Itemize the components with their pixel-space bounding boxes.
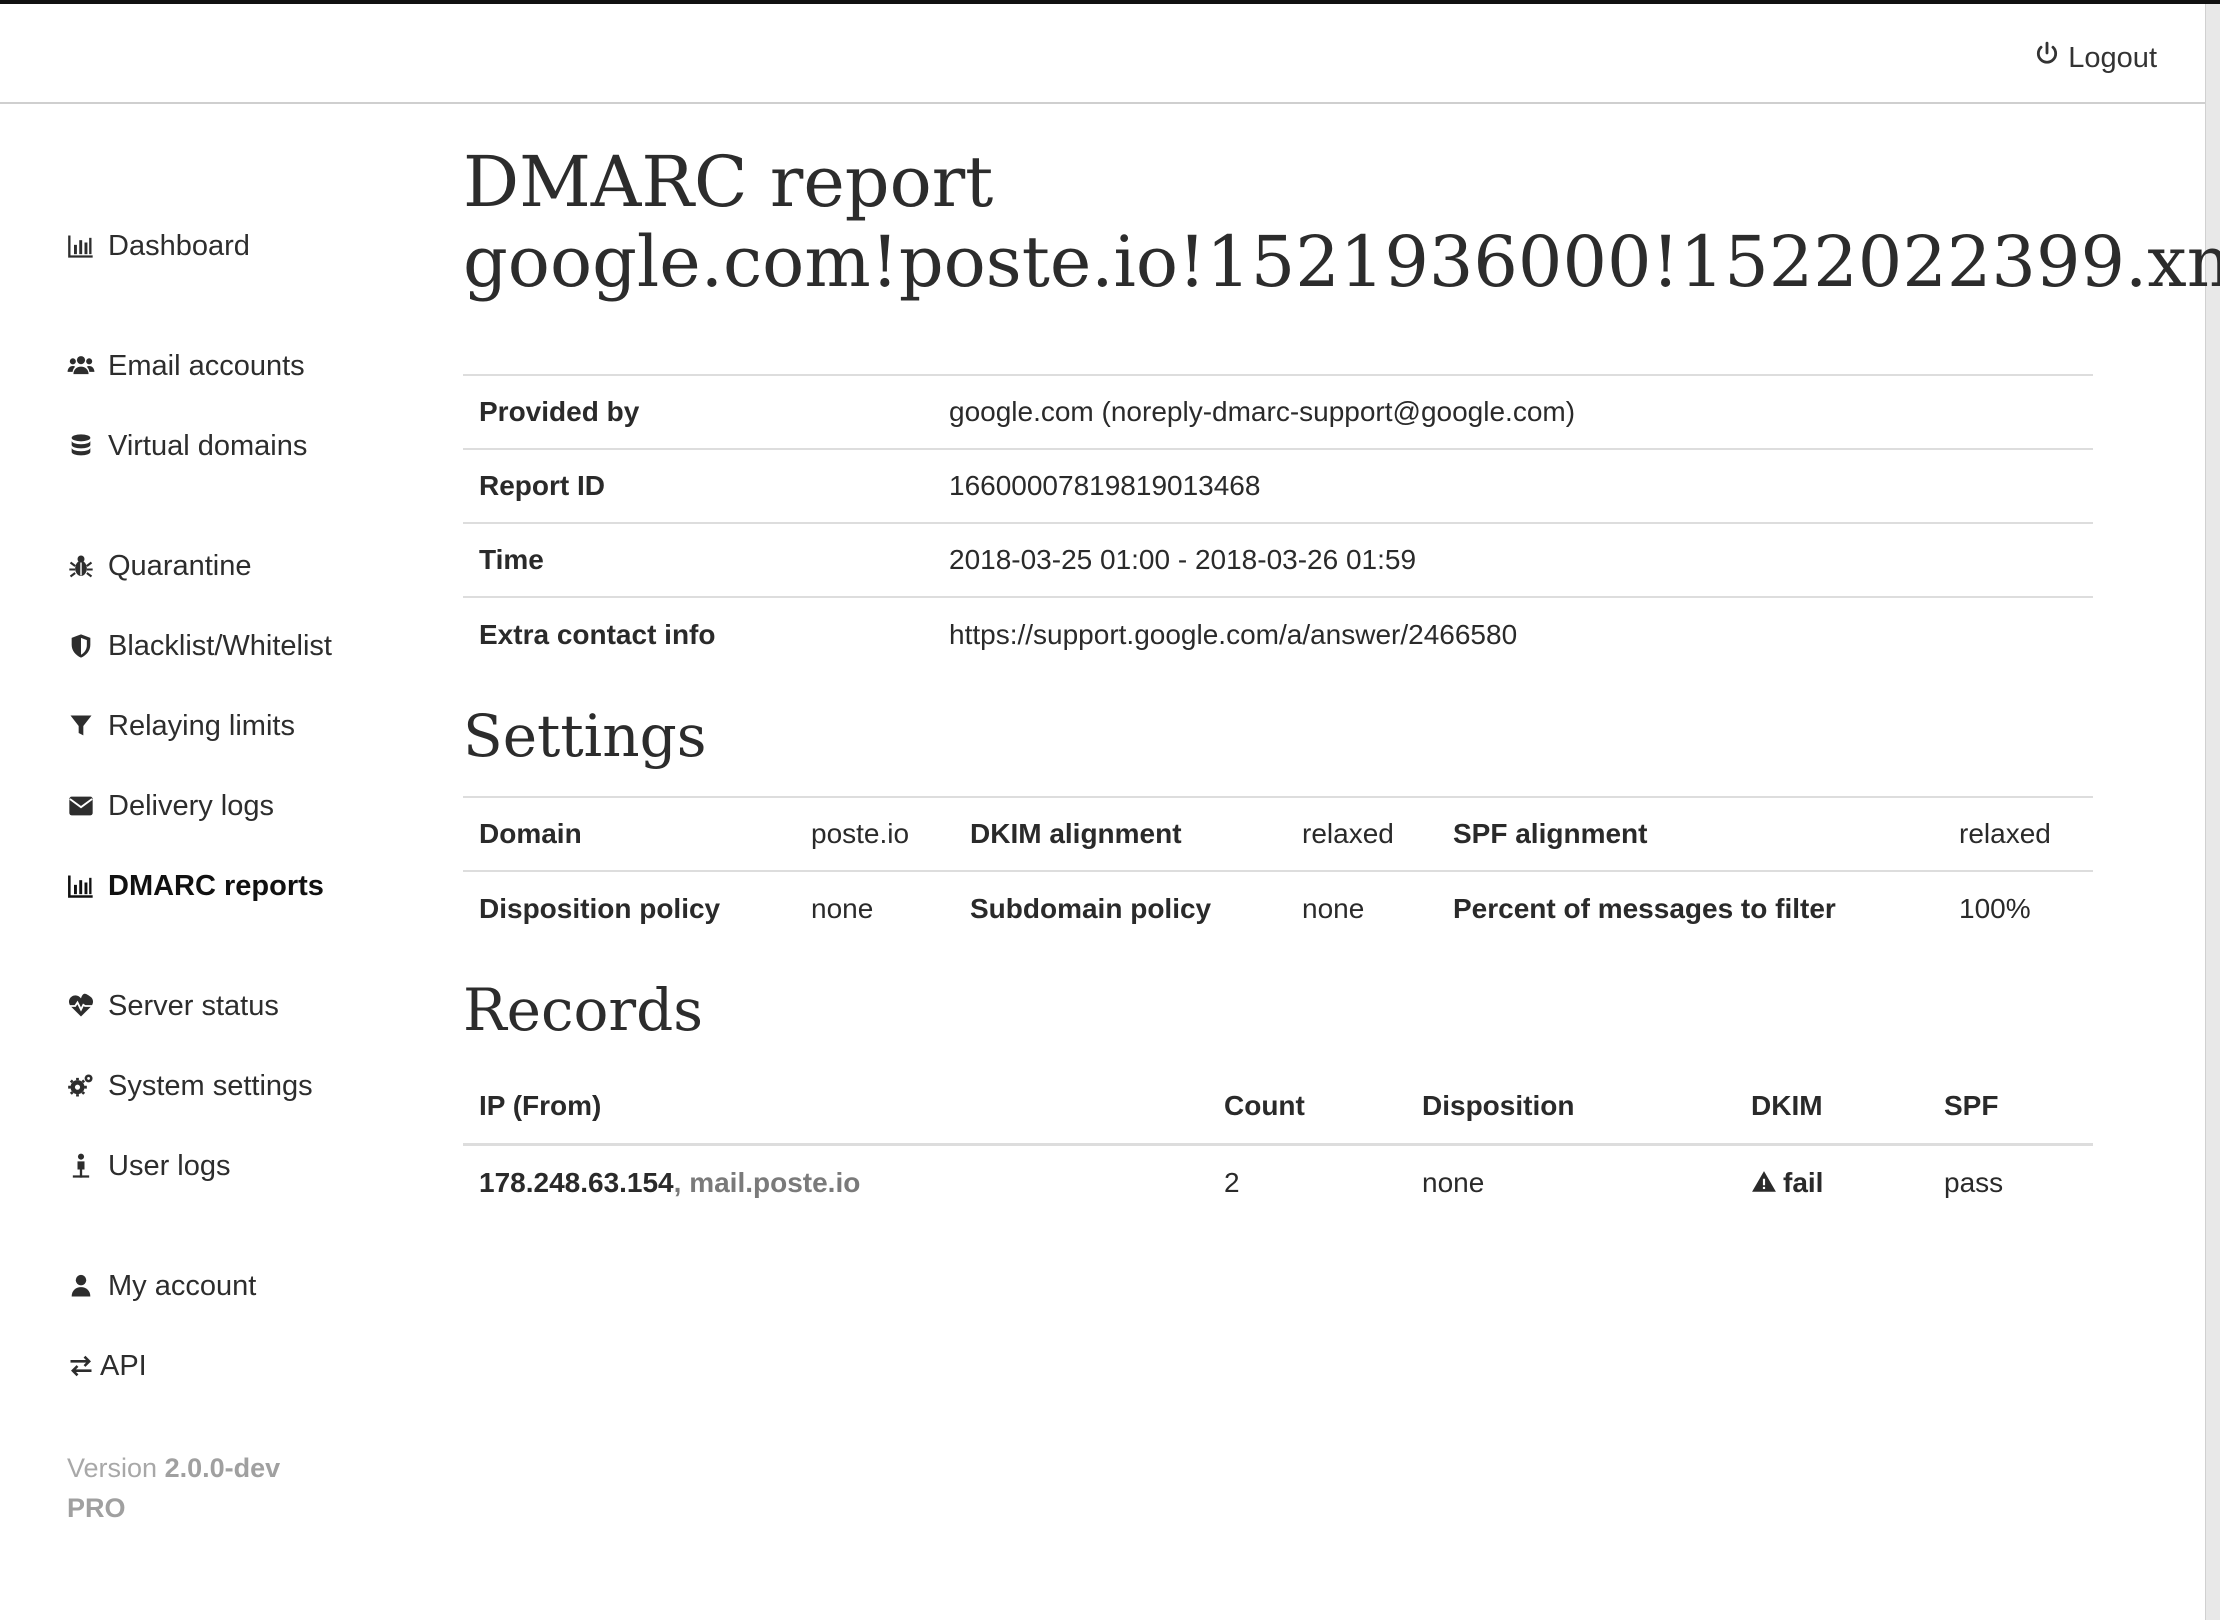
sidebar-item-label: API <box>100 1349 147 1382</box>
sidebar-item-label: Virtual domains <box>108 429 308 462</box>
setting-value: poste.io <box>795 796 954 871</box>
sidebar-item-blacklist-whitelist[interactable]: Blacklist/Whitelist <box>66 624 332 668</box>
page-title-line1: DMARC report <box>463 141 994 223</box>
sidebar-item-quarantine[interactable]: Quarantine <box>66 544 252 588</box>
user-icon <box>66 1271 96 1301</box>
info-label: Time <box>463 522 933 597</box>
sidebar-item-label: System settings <box>108 1069 313 1102</box>
cogs-icon <box>66 1071 96 1101</box>
record-hostname: mail.poste.io <box>689 1166 861 1198</box>
record-spf: pass <box>1944 1166 2004 1198</box>
column-header: IP (From) <box>463 1070 1208 1146</box>
records-heading: Records <box>463 976 704 1044</box>
column-header: DKIM <box>1735 1070 1928 1146</box>
sidebar-item-relaying-limits[interactable]: Relaying limits <box>66 704 295 748</box>
sidebar-item-label: DMARC reports <box>108 869 324 902</box>
warning-icon <box>1751 1167 1783 1198</box>
info-value: google.com (noreply-dmarc-support@google… <box>933 374 2093 449</box>
table-row: Report ID 16600007819819013468 <box>463 448 2093 523</box>
version-label: Version <box>67 1453 158 1483</box>
sidebar-item-label: Quarantine <box>108 549 252 582</box>
table-row: Disposition policy none Subdomain policy… <box>463 870 2093 945</box>
settings-table: Domain poste.io DKIM alignment relaxed S… <box>463 796 2093 945</box>
bug-icon <box>66 551 96 581</box>
sidebar-item-label: Blacklist/Whitelist <box>108 629 332 662</box>
table-row: Time 2018-03-25 01:00 - 2018-03-26 01:59 <box>463 522 2093 597</box>
sidebar-item-virtual-domains[interactable]: Virtual domains <box>66 424 307 468</box>
setting-value: none <box>1286 870 1437 945</box>
sidebar-item-dashboard[interactable]: Dashboard <box>66 224 250 268</box>
table-row: Extra contact info https://support.googl… <box>463 596 2093 671</box>
top-navbar: Logout <box>0 4 2205 104</box>
setting-label: Percent of messages to filter <box>1437 870 1943 945</box>
heartbeat-icon <box>66 991 96 1021</box>
record-separator: , <box>673 1166 682 1198</box>
dkim-result: fail <box>1783 1166 1824 1198</box>
sidebar-item-system-settings[interactable]: System settings <box>66 1064 313 1108</box>
sidebar-item-label: Delivery logs <box>108 789 274 822</box>
sidebar-item-label: My account <box>108 1269 257 1302</box>
setting-label: Domain <box>463 796 795 871</box>
bar-chart-icon <box>66 231 96 261</box>
setting-value: relaxed <box>1286 796 1437 871</box>
sidebar-item-email-accounts[interactable]: Email accounts <box>66 344 305 388</box>
info-label: Extra contact info <box>463 596 933 671</box>
sidebar-item-label: Relaying limits <box>108 709 295 742</box>
sidebar-item-user-logs[interactable]: User logs <box>66 1144 231 1188</box>
setting-label: Disposition policy <box>463 870 795 945</box>
info-value: 16600007819819013468 <box>933 448 2093 523</box>
info-value: https://support.google.com/a/answer/2466… <box>933 596 2093 671</box>
sidebar-item-dmarc-reports[interactable]: DMARC reports <box>66 864 324 908</box>
filter-icon <box>66 711 96 741</box>
page-title: DMARC report google.com!poste.io!1521936… <box>463 142 2220 302</box>
setting-label: SPF alignment <box>1437 796 1943 871</box>
table-header-row: IP (From) Count Disposition DKIM SPF <box>463 1070 2093 1146</box>
database-icon <box>66 431 96 461</box>
sidebar-item-api[interactable]: API <box>66 1344 147 1388</box>
record-ip: 178.248.63.154 <box>479 1166 674 1198</box>
user-log-icon <box>66 1151 96 1181</box>
sidebar: Dashboard Email accounts Virtual domains… <box>0 104 440 1620</box>
setting-label: Subdomain policy <box>954 870 1286 945</box>
record-ip-cell: 178.248.63.154, mail.poste.io <box>463 1144 1208 1220</box>
record-count: 2 <box>1224 1166 1240 1198</box>
record-dkim: fail <box>1735 1144 1928 1220</box>
version-info: Version 2.0.0-dev PRO <box>67 1448 280 1528</box>
bar-chart-icon <box>66 871 96 901</box>
record-disposition: none <box>1422 1166 1485 1198</box>
setting-value: relaxed <box>1943 796 2093 871</box>
sidebar-item-label: Email accounts <box>108 349 305 382</box>
info-label: Provided by <box>463 374 933 449</box>
exchange-icon <box>66 1351 96 1381</box>
records-table: IP (From) Count Disposition DKIM SPF 178… <box>463 1070 2093 1220</box>
sidebar-item-label: Server status <box>108 989 279 1022</box>
version-number: 2.0.0-dev <box>164 1453 281 1483</box>
sidebar-item-server-status[interactable]: Server status <box>66 984 279 1028</box>
shield-icon <box>66 631 96 661</box>
column-header: SPF <box>1928 1070 2093 1146</box>
column-header: Count <box>1208 1070 1406 1146</box>
sidebar-item-label: User logs <box>108 1149 231 1182</box>
setting-label: DKIM alignment <box>954 796 1286 871</box>
sidebar-item-my-account[interactable]: My account <box>66 1264 256 1308</box>
setting-value: 100% <box>1943 870 2093 945</box>
envelope-icon <box>66 791 96 821</box>
column-header: Disposition <box>1406 1070 1735 1146</box>
report-info-table: Provided by google.com (noreply-dmarc-su… <box>463 374 2093 671</box>
logout-button[interactable]: Logout <box>2034 38 2157 78</box>
users-icon <box>66 351 96 381</box>
info-value: 2018-03-25 01:00 - 2018-03-26 01:59 <box>933 522 2093 597</box>
info-label: Report ID <box>463 448 933 523</box>
settings-heading: Settings <box>463 702 707 770</box>
setting-value: none <box>795 870 954 945</box>
logout-label: Logout <box>2068 41 2157 74</box>
page-title-filename: google.com!poste.io!1521936000!152202239… <box>463 221 2220 303</box>
table-row: 178.248.63.154, mail.poste.io 2 none fai… <box>463 1144 2093 1220</box>
power-icon <box>2034 41 2068 75</box>
table-row: Domain poste.io DKIM alignment relaxed S… <box>463 796 2093 871</box>
sidebar-item-delivery-logs[interactable]: Delivery logs <box>66 784 274 828</box>
sidebar-item-label: Dashboard <box>108 229 250 262</box>
edition-label: PRO <box>67 1493 126 1523</box>
table-row: Provided by google.com (noreply-dmarc-su… <box>463 374 2093 449</box>
